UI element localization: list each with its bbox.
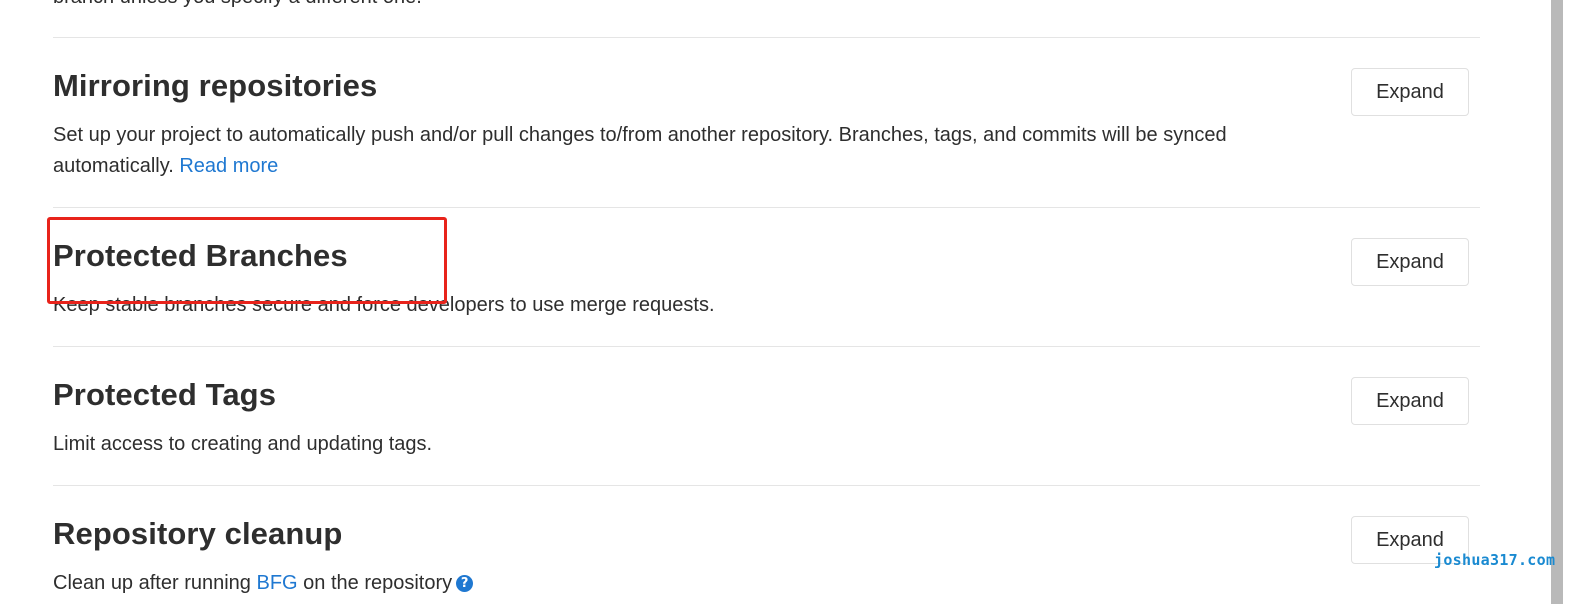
section-title: Mirroring repositories	[53, 68, 378, 103]
section-title: Repository cleanup	[53, 516, 343, 551]
section-title: Protected Tags	[53, 377, 277, 412]
section-description: Clean up after running BFG on the reposi…	[53, 568, 1303, 599]
expand-button[interactable]: Expand	[1351, 377, 1469, 425]
highlight-annotation-box	[47, 217, 447, 304]
settings-page: branch unless you specify a different on…	[0, 0, 1579, 604]
section-description: Set up your project to automatically pus…	[53, 124, 1227, 177]
section-divider	[53, 207, 1480, 208]
watermark: joshua317.com	[1434, 551, 1556, 569]
bfg-link[interactable]: BFG	[256, 572, 297, 594]
expand-button[interactable]: Expand	[1351, 238, 1469, 286]
section-divider	[53, 346, 1480, 347]
previous-section-description: branch unless you specify a different on…	[53, 0, 422, 9]
section-divider	[53, 485, 1480, 486]
question-circle-icon[interactable]: ?	[456, 575, 474, 592]
read-more-link[interactable]: Read more	[179, 155, 278, 177]
section-description: Limit access to creating and updating ta…	[53, 433, 433, 455]
expand-button[interactable]: Expand	[1351, 68, 1469, 116]
section-divider	[53, 37, 1480, 38]
vertical-scrollbar[interactable]	[1551, 0, 1563, 604]
